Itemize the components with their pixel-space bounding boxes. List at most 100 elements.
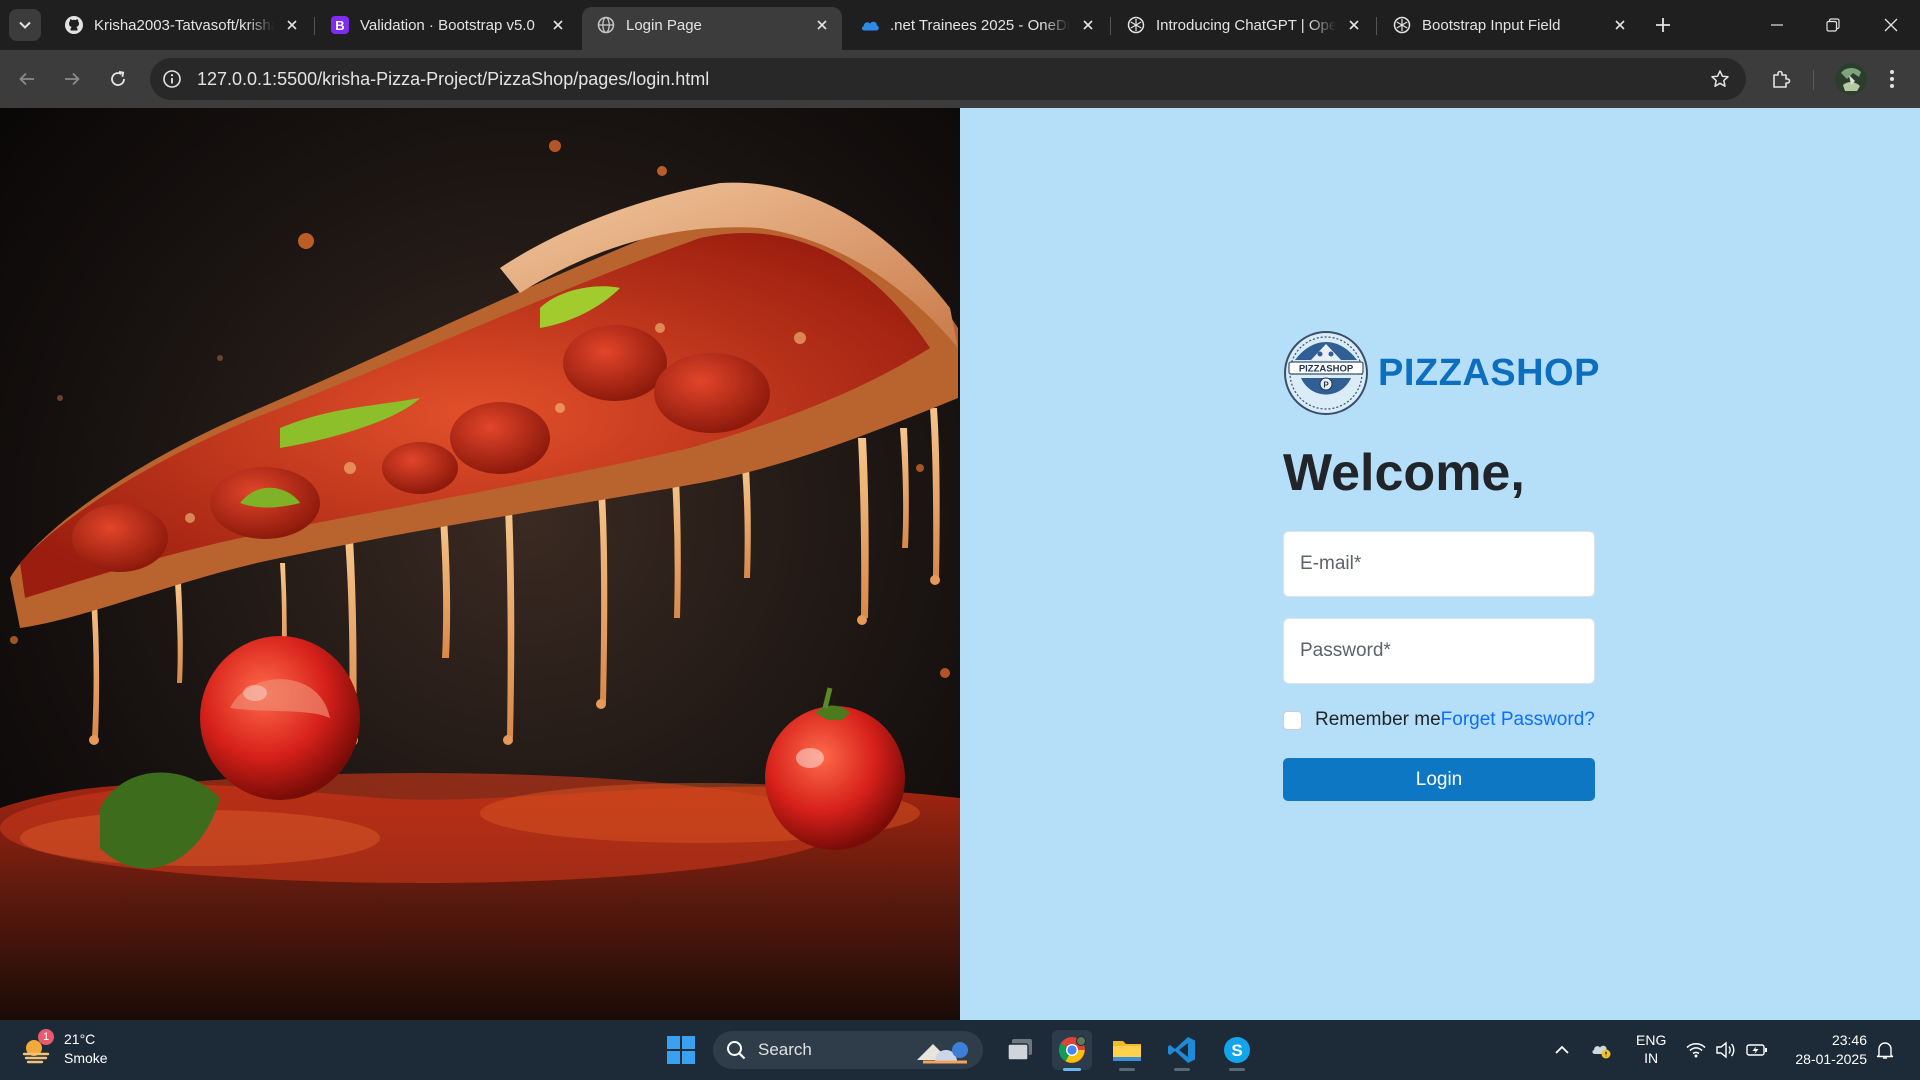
svg-text:S: S [1231,1041,1242,1060]
svg-text:PIZZASHOP: PIZZASHOP [1299,364,1354,375]
close-icon[interactable] [1344,15,1364,35]
minimize-button[interactable] [1762,10,1792,40]
active-app-indicator [1063,1068,1081,1071]
brand-name: PIZZASHOP [1378,351,1600,394]
tab-chatgpt[interactable]: Introducing ChatGPT | OpenAI [1112,7,1374,43]
login-button[interactable]: Login [1283,758,1595,801]
clock-time: 23:46 [1831,1032,1867,1048]
volume-icon [1716,1041,1735,1059]
browser-menu-button[interactable] [1876,63,1908,95]
language-indicator[interactable]: ENG IN [1636,1031,1666,1067]
onedrive-icon [860,15,880,35]
close-window-button[interactable] [1876,10,1906,40]
region-code: IN [1644,1050,1659,1066]
openai-icon [1392,15,1412,35]
wifi-status[interactable] [1685,1039,1707,1061]
bookmark-star-icon[interactable] [1708,67,1732,91]
remember-row: Remember me Forget Password? [1283,709,1595,731]
app-indicator [1119,1068,1135,1071]
plus-icon [1656,18,1670,32]
browser-tab-strip: Krisha2003-Tatvasoft/krisha B Validation… [0,0,1920,50]
password-input[interactable] [1284,619,1594,683]
bootstrap-icon: B [330,15,350,35]
reload-button[interactable] [102,63,134,95]
close-icon[interactable] [1610,15,1630,35]
tab-title: Bootstrap Input Field [1422,16,1561,34]
tray-overflow-button[interactable] [1551,1039,1573,1061]
svg-text:P: P [1323,381,1329,390]
reload-icon [111,70,125,86]
tab-bootstrap-input[interactable]: Bootstrap Input Field [1378,7,1640,43]
back-button[interactable] [11,63,43,95]
arrow-left-icon [19,72,34,86]
weather-widget[interactable]: 1 21°C Smoke [20,1029,108,1068]
remember-me-checkbox[interactable] [1283,710,1302,730]
folder-icon [1113,1041,1141,1061]
search-icon [727,1041,746,1060]
bell-icon [1876,1042,1894,1059]
onedrive-status[interactable] [1590,1039,1612,1061]
pizza-illustration [0,108,960,1020]
search-label: Search [758,1040,812,1059]
close-icon[interactable] [548,15,568,35]
close-icon[interactable] [812,15,832,35]
system-clock[interactable]: 23:46 28-01-2025 [1787,1031,1867,1069]
restore-button[interactable] [1818,10,1848,40]
pizza-hero-image [0,108,960,1020]
task-view-icon [1007,1039,1032,1061]
skype-button[interactable]: S [1217,1030,1257,1071]
email-input[interactable] [1284,532,1594,596]
battery-charging-icon [1746,1044,1767,1056]
chevron-down-icon [19,21,31,29]
battery-status[interactable] [1746,1039,1768,1061]
chevron-up-icon [1555,1045,1569,1054]
notifications-button[interactable] [1874,1039,1896,1061]
close-icon [1884,18,1898,32]
chrome-app-button[interactable] [1052,1030,1092,1071]
globe-icon [596,15,616,35]
taskbar-search[interactable]: Search [713,1031,983,1069]
weather-icon: 1 [20,1029,54,1066]
close-icon[interactable] [1078,15,1098,35]
profile-avatar[interactable] [1835,63,1867,95]
forgot-password-link[interactable]: Forget Password? [1441,709,1595,731]
chrome-icon [1058,1036,1086,1063]
tab-login-page[interactable]: Login Page [582,7,842,50]
site-info-icon[interactable] [160,67,184,91]
volume-status[interactable] [1715,1039,1737,1061]
extensions-button[interactable] [1765,63,1797,95]
cloud-warning-icon [1592,1045,1611,1059]
arrow-right-icon [65,72,80,86]
tab-title: Krisha2003-Tatvasoft/krisha [94,16,274,34]
browser-toolbar: 127.0.0.1:5500/krisha-Pizza-Project/Pizz… [0,50,1920,108]
tab-divider [1110,17,1111,35]
forward-button[interactable] [56,63,88,95]
tab-divider [1376,17,1377,35]
tab-title: Validation · Bootstrap v5.0 [360,16,535,34]
start-button[interactable] [661,1030,701,1070]
file-explorer-button[interactable] [1107,1030,1147,1071]
tab-bootstrap-validation[interactable]: B Validation · Bootstrap v5.0 [316,7,578,43]
page-viewport: PIZZASHOP P PIZZASHOP Welcome, Remember … [0,108,1920,1020]
skype-icon: S [1224,1037,1250,1063]
tab-title: .net Trainees 2025 - OneDrive [890,16,1070,34]
weather-desc: Smoke [64,1050,108,1066]
github-icon [64,15,84,35]
windows-taskbar: 1 21°C Smoke Search S ENG IN 23:46 28-01… [0,1020,1920,1080]
new-tab-button[interactable] [1651,13,1675,37]
tab-onedrive[interactable]: .net Trainees 2025 - OneDrive [846,7,1108,43]
app-indicator [1229,1068,1245,1071]
weather-temp: 21°C [64,1031,96,1047]
url-text[interactable]: 127.0.0.1:5500/krisha-Pizza-Project/Pizz… [197,69,709,90]
tab-title: Login Page [626,16,702,34]
tab-title: Introducing ChatGPT | OpenAI [1156,16,1336,34]
close-icon[interactable] [282,15,302,35]
app-indicator [1174,1068,1190,1071]
tab-github[interactable]: Krisha2003-Tatvasoft/krisha [50,7,312,43]
tab-search-button[interactable] [9,9,41,41]
address-bar[interactable]: 127.0.0.1:5500/krisha-Pizza-Project/Pizz… [150,58,1746,100]
vscode-button[interactable] [1162,1030,1202,1071]
task-view-button[interactable] [1000,1030,1040,1070]
login-panel: PIZZASHOP P PIZZASHOP Welcome, Remember … [960,108,1920,1020]
remember-me-label[interactable]: Remember me [1315,709,1441,731]
